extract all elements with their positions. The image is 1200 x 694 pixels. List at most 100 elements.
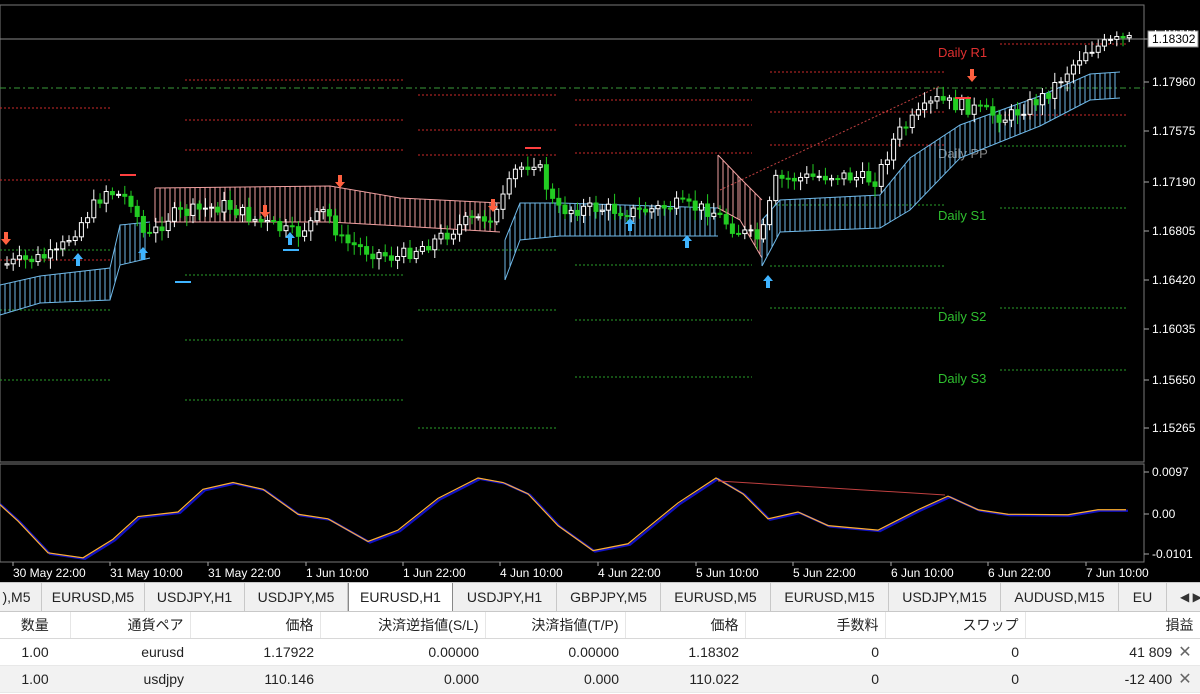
buy-signal-arrow-icon bbox=[682, 235, 692, 248]
tab-scroll-arrows-icon[interactable]: ◀ ▶ bbox=[1180, 583, 1200, 611]
candle-body bbox=[649, 208, 655, 213]
candle-body bbox=[1108, 38, 1114, 41]
header-stop-loss[interactable]: 決済逆指値(S/L) bbox=[320, 612, 486, 639]
candle-body bbox=[550, 188, 556, 199]
candle-body bbox=[1002, 119, 1008, 123]
candle-body bbox=[320, 209, 326, 213]
candle-body bbox=[667, 207, 673, 210]
tab-eurusd-m5[interactable]: EURUSD,M5 bbox=[661, 583, 771, 611]
oscillator-divergence-line bbox=[717, 480, 946, 496]
candle-body bbox=[364, 246, 370, 255]
tab-eu[interactable]: EU bbox=[1119, 583, 1167, 611]
candle-body bbox=[128, 195, 134, 207]
tab-usdjpy-m5[interactable]: USDJPY,M5 bbox=[245, 583, 348, 611]
cell-swap: 0 bbox=[885, 665, 1025, 693]
candle-body bbox=[1064, 73, 1070, 83]
candle-body bbox=[463, 215, 469, 226]
candle-body bbox=[41, 254, 47, 259]
candle-body bbox=[959, 98, 965, 111]
candle-body bbox=[438, 232, 444, 240]
chart-window[interactable]: Daily R1 Daily PP Daily S1 Daily S2 Daily S3… bbox=[0, 0, 1200, 582]
tab--m5[interactable]: ),M5 bbox=[0, 583, 42, 611]
candle-body bbox=[426, 246, 432, 251]
candle-body bbox=[246, 206, 252, 222]
header-current-price[interactable]: 価格 bbox=[625, 612, 746, 639]
candle-body bbox=[847, 172, 853, 181]
candle-body bbox=[10, 258, 16, 265]
price-tick-label: 1.15265 bbox=[1152, 421, 1196, 435]
candle-body bbox=[184, 208, 190, 216]
candle-body bbox=[4, 263, 10, 266]
candle-body bbox=[308, 220, 314, 232]
candle-body bbox=[506, 178, 512, 195]
header-volume[interactable]: 数量 bbox=[0, 612, 71, 639]
candle-body bbox=[419, 246, 425, 252]
tab-eurusd-m5[interactable]: EURUSD,M5 bbox=[42, 583, 145, 611]
candle-body bbox=[630, 207, 636, 218]
cell-stop-loss[interactable]: 0.00000 bbox=[320, 638, 485, 666]
candle-body bbox=[692, 200, 698, 211]
price-tick-label: 1.16420 bbox=[1152, 273, 1196, 287]
candle-body bbox=[798, 176, 804, 182]
cell-commission: 0 bbox=[745, 638, 885, 666]
header-commission[interactable]: 手数料 bbox=[745, 612, 886, 639]
candle-body bbox=[388, 255, 394, 261]
candle-body bbox=[742, 229, 748, 235]
sell-signal-arrow-icon bbox=[967, 69, 977, 82]
candle-body bbox=[1033, 99, 1039, 106]
candle-body bbox=[698, 203, 704, 211]
candle-body bbox=[940, 96, 946, 101]
tab-usdjpy-h1[interactable]: USDJPY,H1 bbox=[145, 583, 245, 611]
header-profit[interactable]: 損益 bbox=[1025, 612, 1200, 639]
candle-body bbox=[221, 200, 227, 213]
close-position-icon[interactable]: ✕ bbox=[1176, 642, 1194, 662]
time-tick-label: 4 Jun 22:00 bbox=[598, 566, 661, 580]
header-open-price[interactable]: 価格 bbox=[190, 612, 321, 639]
candle-body bbox=[450, 233, 456, 240]
candle-body bbox=[85, 217, 91, 224]
trendline bbox=[719, 85, 941, 191]
candle-body bbox=[872, 181, 878, 187]
candle-body bbox=[562, 204, 568, 215]
cell-stop-loss[interactable]: 0.000 bbox=[320, 665, 485, 693]
header-swap[interactable]: スワップ bbox=[885, 612, 1026, 639]
tab-audusd-m15[interactable]: AUDUSD,M15 bbox=[1001, 583, 1119, 611]
header-take-profit[interactable]: 決済指値(T/P) bbox=[485, 612, 626, 639]
candle-body bbox=[264, 219, 270, 223]
cell-current-price: 110.022 bbox=[625, 665, 745, 693]
price-chart[interactable]: Daily R1Daily PPDaily S1Daily S2Daily S3… bbox=[0, 0, 1200, 582]
candle-body bbox=[326, 209, 332, 217]
candle-body bbox=[233, 208, 239, 216]
cell-volume: 1.00 bbox=[0, 638, 70, 666]
candle-body bbox=[599, 209, 605, 212]
sell-signal-arrow-icon bbox=[1, 232, 11, 245]
candle-body bbox=[829, 178, 835, 181]
tab-eurusd-m15[interactable]: EURUSD,M15 bbox=[771, 583, 889, 611]
candle-body bbox=[760, 224, 766, 240]
tab-usdjpy-h1[interactable]: USDJPY,H1 bbox=[453, 583, 557, 611]
table-header-row: 数量 通貨ペア 価格 決済逆指値(S/L) 決済指値(T/P) 価格 手数料 ス… bbox=[0, 612, 1200, 639]
candle-body bbox=[500, 193, 506, 210]
cell-take-profit[interactable]: 0.00000 bbox=[485, 638, 625, 666]
tab-usdjpy-m15[interactable]: USDJPY,M15 bbox=[889, 583, 1001, 611]
table-row[interactable]: 1.00 usdjpy 110.146 0.000 0.000 110.022 … bbox=[0, 665, 1200, 693]
price-tick-label: 1.17575 bbox=[1152, 124, 1196, 138]
cell-take-profit[interactable]: 0.000 bbox=[485, 665, 625, 693]
candle-body bbox=[171, 207, 177, 222]
candle-body bbox=[636, 207, 642, 210]
close-position-icon[interactable]: ✕ bbox=[1176, 669, 1194, 689]
candle-body bbox=[773, 174, 779, 202]
time-tick-label: 4 Jun 10:00 bbox=[500, 566, 563, 580]
candle-body bbox=[922, 102, 928, 111]
pivot-label-r1: Daily R1 bbox=[938, 45, 987, 60]
table-row[interactable]: 1.00 eurusd 1.17922 0.00000 0.00000 1.18… bbox=[0, 638, 1200, 666]
candle-body bbox=[382, 252, 388, 257]
candle-body bbox=[240, 206, 246, 216]
pivot-label-s3: Daily S3 bbox=[938, 371, 986, 386]
cell-commission: 0 bbox=[745, 665, 885, 693]
cloud-edge-bottom bbox=[155, 221, 501, 233]
tab-eurusd-h1[interactable]: EURUSD,H1 bbox=[348, 583, 453, 611]
tab-gbpjpy-m5[interactable]: GBPJPY,M5 bbox=[557, 583, 661, 611]
header-symbol[interactable]: 通貨ペア bbox=[70, 612, 191, 639]
candle-body bbox=[16, 255, 22, 260]
